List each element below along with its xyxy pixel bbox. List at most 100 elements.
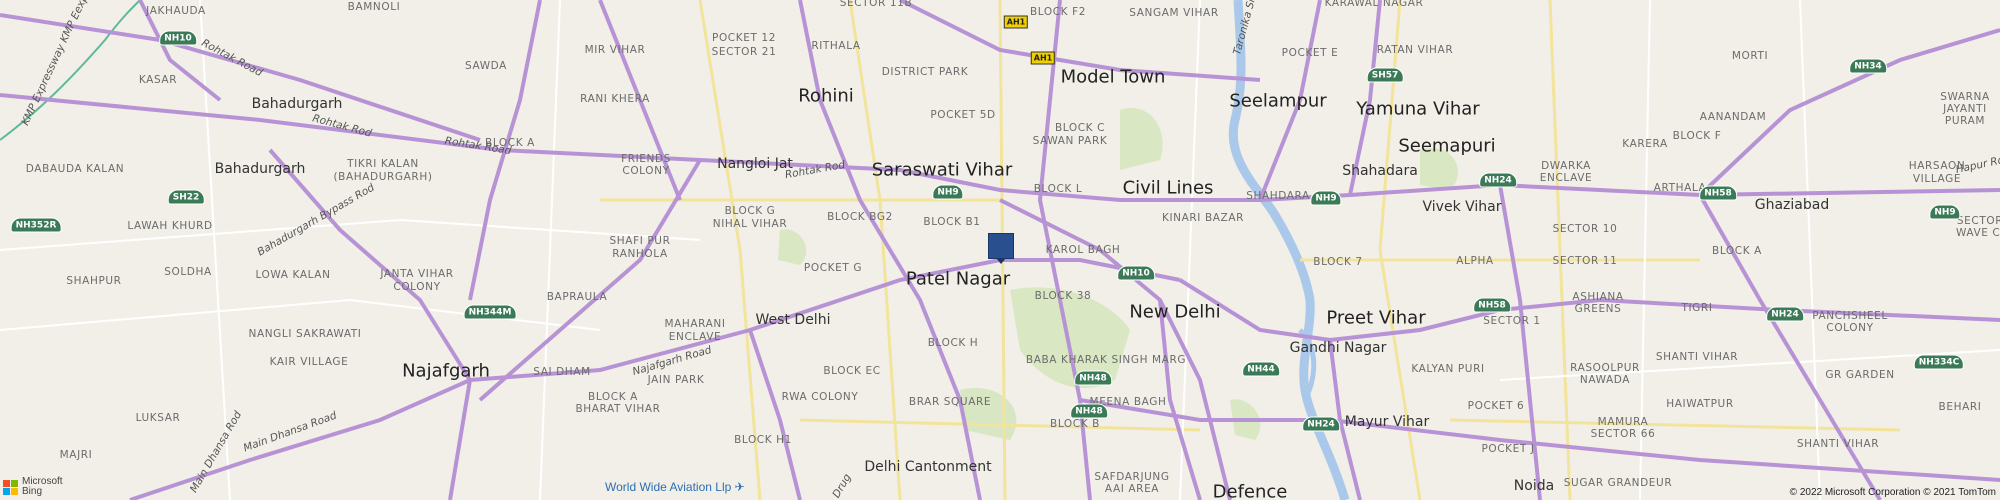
area-label: KARERA: [1622, 138, 1668, 150]
area-label: MORTI: [1731, 50, 1769, 62]
area-label: MAJRI: [59, 449, 93, 461]
area-label: RWA COLONY: [781, 391, 859, 403]
area-label: POCKET E: [1281, 47, 1339, 59]
microsoft-logo-icon: [3, 479, 18, 495]
place-label: Patel Nagar: [905, 268, 1011, 290]
area-label: BAMNOLI: [347, 1, 401, 13]
area-label: KAROL BAGH: [1045, 244, 1121, 256]
area-label: BHARAT VIHAR: [575, 403, 661, 415]
area-label: Karawal Nagar: [1324, 0, 1424, 9]
area-label: GR GARDEN: [1825, 369, 1895, 381]
area-label: BLOCK C: [1054, 122, 1106, 134]
highway-shield-icon: NH10: [159, 30, 197, 46]
place-label: Shahadara: [1342, 163, 1418, 179]
area-label: DABAUDA KALAN: [25, 163, 125, 175]
highway-shield-icon: NH9: [1929, 204, 1961, 220]
area-label: BLOCK F2: [1029, 6, 1087, 18]
map-canvas[interactable]: Rohtak Road Rohtak Rod Rohtak Road Rohtak R…: [0, 0, 2000, 500]
highway-shield-icon: NH334C: [1913, 354, 1965, 370]
highway-shield-icon: NH34: [1849, 58, 1887, 74]
area-label: SWARNA: [1940, 91, 1990, 103]
place-label: New Delhi: [1129, 301, 1221, 323]
area-label: KALYAN PURI: [1411, 363, 1485, 375]
area-label: JAYANTI: [1943, 103, 1987, 115]
area-label: LUKSAR: [135, 412, 181, 424]
area-label: BLOCK BG2: [827, 211, 893, 223]
area-label: RITHALA: [811, 40, 861, 52]
area-label: WAVE CI: [1955, 227, 2000, 239]
place-label: Gandhi Nagar: [1289, 340, 1387, 356]
place-label: Preet Vihar: [1326, 307, 1426, 329]
area-label: RANI KHERA: [580, 93, 650, 105]
area-label: BLOCK A: [485, 137, 535, 149]
location-pin-icon[interactable]: [988, 233, 1014, 264]
area-label: NAWADA: [1579, 374, 1631, 386]
highway-shield-icon: SH22: [167, 189, 205, 205]
area-label: PURAM: [1944, 115, 1986, 127]
highway-shield-icon: NH58: [1699, 185, 1737, 201]
asian-highway-shield-icon: AH1: [1030, 51, 1056, 65]
area-label: SHAHDARA: [1246, 190, 1310, 202]
place-label: Civil Lines: [1122, 177, 1214, 199]
highway-shield-icon: NH58: [1473, 297, 1511, 313]
area-label: BABA KHARAK SINGH MARG: [1025, 354, 1187, 366]
logo-text-bing: Bing: [22, 486, 43, 497]
place-label: Yamuna Vihar: [1356, 98, 1480, 120]
place-label: Ghaziabad: [1754, 197, 1830, 213]
area-label: SUGAR GRANDEUR: [1563, 477, 1673, 489]
area-label: PANCHSHEEL: [1812, 310, 1888, 322]
asian-highway-shield-icon: AH1: [1003, 15, 1029, 29]
place-label: Bahadurgarh: [214, 161, 306, 177]
area-label: SECTOR 21: [711, 46, 777, 58]
place-label: Najafgarh: [402, 360, 490, 382]
area-label: SECTOR 1: [1483, 315, 1541, 327]
area-label: BLOCK B: [1050, 418, 1100, 430]
area-label: SANGAM VIHAR: [1129, 7, 1219, 19]
area-label: DISTRICT PARK: [881, 66, 969, 78]
area-label: ENCLAVE: [1539, 172, 1593, 184]
place-label: Seelampur: [1229, 90, 1327, 112]
area-label: DWARKA: [1541, 160, 1591, 172]
area-label: SAWAN PARK: [1032, 135, 1108, 147]
area-label: JAIN PARK: [647, 374, 705, 386]
highway-shield-icon: NH48: [1070, 403, 1108, 419]
highway-shield-icon: NH24: [1766, 306, 1804, 322]
place-label: Delhi Cantonment: [864, 459, 992, 475]
area-label: NANGLI SAKRAWATI: [248, 328, 362, 340]
area-label: ASHIANA: [1572, 291, 1624, 303]
area-label: SECTOR 10: [1552, 223, 1618, 235]
area-label: FRIENDS: [621, 153, 671, 165]
area-label: BAPRAULA: [546, 291, 608, 303]
area-label: VILLAGE: [1912, 173, 1962, 185]
area-label: TIGRI: [1681, 302, 1713, 314]
area-label: AAI AREA: [1104, 483, 1160, 495]
area-label: BRAR SQUARE: [908, 396, 992, 408]
place-label: Bahadurgarh: [251, 96, 343, 112]
area-label: BLOCK H: [927, 337, 979, 349]
place-label: Seemapuri: [1398, 135, 1496, 157]
area-label: SHANTI VIHAR: [1655, 351, 1739, 363]
area-label: BLOCK A: [1712, 245, 1762, 257]
area-label: BLOCK A: [588, 391, 638, 403]
area-label: HARSAON: [1908, 160, 1966, 172]
place-label: Saraswati Vihar: [871, 159, 1013, 181]
poi-label[interactable]: World Wide Aviation Llp ✈: [605, 480, 745, 494]
area-label: SOLDHA: [164, 266, 212, 278]
place-label: Nangloi Jat: [717, 156, 793, 172]
place-label: West Delhi: [755, 312, 831, 328]
area-label: JANTA VIHAR: [380, 268, 454, 280]
highway-shield-icon: NH48: [1074, 370, 1112, 386]
highway-shield-icon: NH44: [1242, 361, 1280, 377]
area-label: HAIWATPUR: [1666, 398, 1734, 410]
highway-shield-icon: NH24: [1479, 172, 1517, 188]
area-label: KAIR VILLAGE: [269, 356, 349, 368]
area-label: COLONY: [393, 281, 441, 293]
area-label: SAWDA: [465, 60, 507, 72]
highway-shield-icon: NH24: [1302, 416, 1340, 432]
area-label: BEHARI: [1938, 401, 1982, 413]
area-label: TIKRI KALAN: [347, 158, 419, 170]
place-label: Vivek Vihar: [1422, 199, 1502, 215]
area-label: BLOCK G: [724, 205, 776, 217]
area-label: SAFDARJUNG: [1094, 471, 1170, 483]
highway-shield-icon: NH9: [1310, 190, 1342, 206]
